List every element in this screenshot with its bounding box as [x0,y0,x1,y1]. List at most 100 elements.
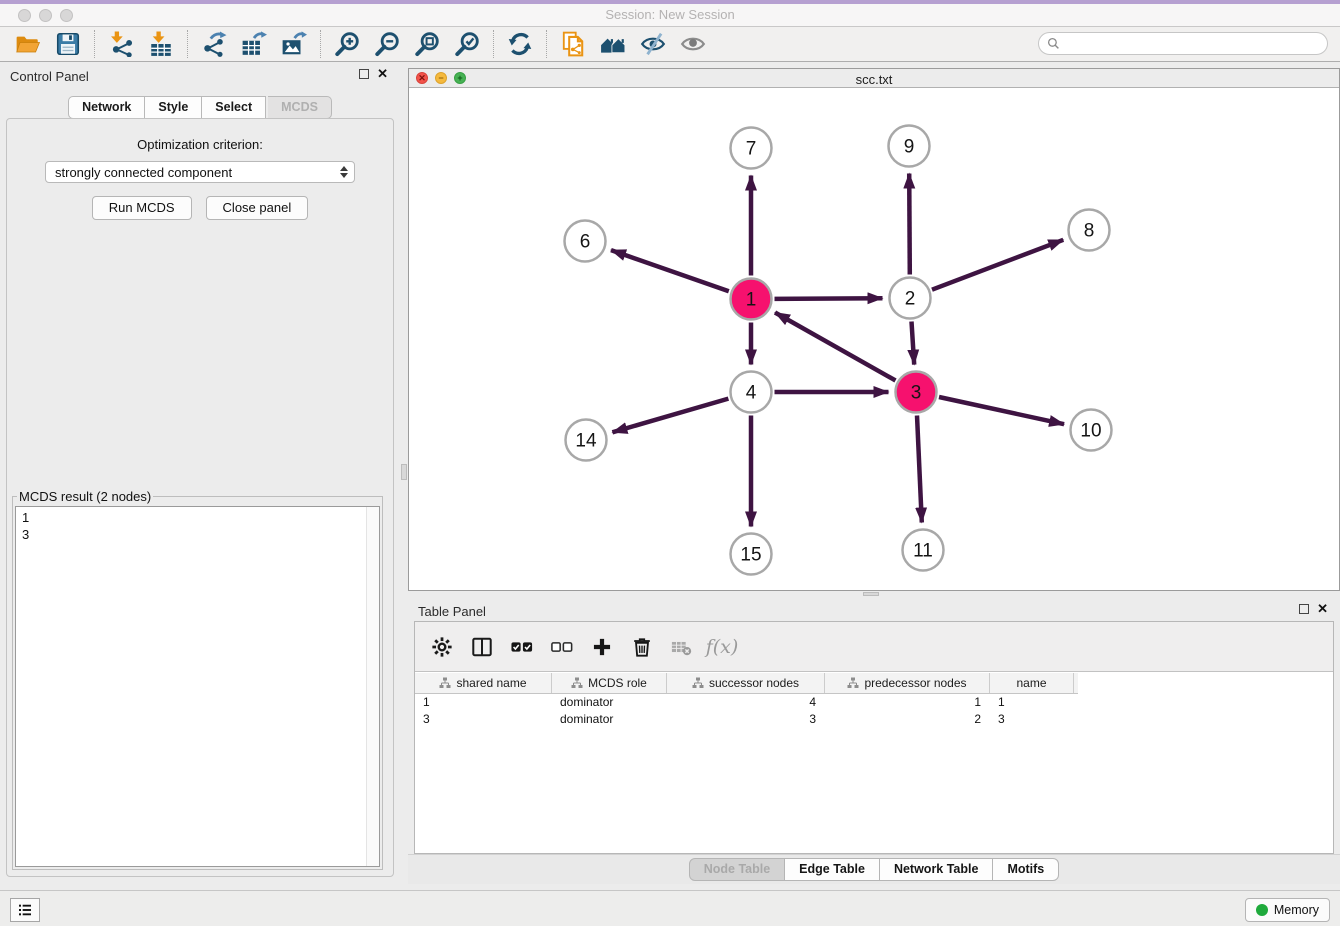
function-builder-button[interactable]: f(x) [707,632,737,662]
edge-1-6[interactable] [611,250,729,291]
edge-3-10[interactable] [939,397,1064,424]
memory-button[interactable]: Memory [1245,898,1330,922]
edge-3-1[interactable] [775,313,896,381]
close-panel-button[interactable]: Close panel [206,196,309,220]
edge-4-14[interactable] [612,399,728,433]
table-cell[interactable]: 2 [825,711,990,728]
tab-node-table[interactable]: Node Table [689,858,785,881]
show-all-button[interactable] [673,28,713,60]
table-row[interactable]: 3dominator323 [415,711,1078,728]
save-session-button[interactable] [48,28,88,60]
network-canvas[interactable]: 7968124314101511 [409,88,1339,590]
node-label-7: 7 [746,139,757,160]
export-table-icon [241,31,267,57]
column-header-successor-nodes[interactable]: successor nodes [667,673,825,693]
close-panel-icon[interactable]: ✕ [377,68,388,79]
hierarchy-icon [692,677,704,689]
tab-network[interactable]: Network [68,96,145,119]
column-header-shared-name[interactable]: shared name [415,673,552,693]
table-cell[interactable]: 1 [990,694,1074,711]
tab-edge-table[interactable]: Edge Table [785,858,880,881]
task-history-button[interactable] [10,898,40,922]
table-cell[interactable]: dominator [552,694,667,711]
tab-style[interactable]: Style [145,96,202,119]
criterion-value: strongly connected component [55,165,340,180]
search-field[interactable] [1038,32,1328,55]
control-panel: Control Panel ✕ NetworkStyleSelectMCDS O… [0,62,400,890]
edge-2-9[interactable] [909,174,910,275]
table-cell[interactable]: 1 [825,694,990,711]
deselect-all-button[interactable] [547,632,577,662]
column-header-predecessor-nodes[interactable]: predecessor nodes [825,673,990,693]
export-image-button[interactable] [274,28,314,60]
column-header-MCDS-role[interactable]: MCDS role [552,673,667,693]
edge-3-11[interactable] [917,416,922,523]
zoom-selected-button[interactable] [447,28,487,60]
edge-2-8[interactable] [932,240,1063,290]
tab-network-table[interactable]: Network Table [880,858,994,881]
add-column-button[interactable] [587,632,617,662]
panel-mode-button[interactable] [467,632,497,662]
titlebar: Session: New Session [0,0,1340,27]
function-icon: f(x) [706,636,739,658]
tab-select[interactable]: Select [202,96,266,119]
vertical-splitter[interactable] [400,62,408,890]
run-mcds-button[interactable]: Run MCDS [92,196,192,220]
node-label-3: 3 [911,383,922,404]
export-network-button[interactable] [194,28,234,60]
zoom-out-button[interactable] [367,28,407,60]
table-settings-button[interactable] [427,632,457,662]
mcds-result-text[interactable]: 1 3 [15,506,380,867]
splitter-grip[interactable] [863,592,879,596]
toolbar-separator [187,30,188,58]
first-neighbors-button[interactable] [593,28,633,60]
float-panel-icon[interactable] [1299,604,1309,614]
clone-network-button[interactable] [553,28,593,60]
zoom-in-button[interactable] [327,28,367,60]
splitter-grip[interactable] [401,464,407,480]
criterion-dropdown[interactable]: strongly connected component [45,161,355,183]
table-cell[interactable]: 4 [667,694,825,711]
table-panel: Table Panel ✕ [408,597,1340,886]
refresh-layout-button[interactable] [500,28,540,60]
control-panel-header: Control Panel ✕ [0,62,400,90]
tab-motifs[interactable]: Motifs [993,858,1059,881]
tab-mcds[interactable]: MCDS [268,96,332,119]
table-cell[interactable]: 3 [667,711,825,728]
table-cell[interactable]: 3 [415,711,552,728]
node-label-15: 15 [740,545,761,566]
float-panel-icon[interactable] [359,69,369,79]
result-scrollbar[interactable] [366,507,379,866]
table-row[interactable]: 1dominator411 [415,694,1078,711]
import-table-button[interactable] [141,28,181,60]
column-header-name[interactable]: name [990,673,1074,693]
table-tabs: Node TableEdge TableNetwork TableMotifs [408,854,1340,884]
network-graph[interactable]: 7968124314101511 [409,88,1339,590]
table-cell[interactable]: 3 [990,711,1074,728]
network-window-titlebar[interactable]: ✕ − + scc.txt [409,69,1339,88]
export-table-button[interactable] [234,28,274,60]
open-session-button[interactable] [8,28,48,60]
delete-table-button[interactable] [667,632,697,662]
zoom-fit-icon [414,31,440,57]
window-title: Session: New Session [0,7,1340,22]
control-panel-title: Control Panel [10,69,89,84]
table-cell[interactable]: 1 [415,694,552,711]
edge-1-2[interactable] [775,298,883,299]
status-bar: Memory [0,890,1340,926]
zoom-in-icon [334,31,360,57]
import-network-button[interactable] [101,28,141,60]
edge-2-3[interactable] [912,322,915,365]
table-cell[interactable]: dominator [552,711,667,728]
select-all-button[interactable] [507,632,537,662]
search-input[interactable] [1060,33,1327,54]
delete-column-button[interactable] [627,632,657,662]
zoom-fit-button[interactable] [407,28,447,60]
eye-slash-icon [640,31,666,57]
application-window: Session: New Session [0,0,1340,926]
close-panel-icon[interactable]: ✕ [1317,603,1328,614]
main-toolbar [0,27,1340,62]
mcds-panel: Optimization criterion: strongly connect… [6,118,394,877]
table-header-row: shared nameMCDS rolesuccessor nodesprede… [415,673,1078,694]
hide-selected-button[interactable] [633,28,673,60]
